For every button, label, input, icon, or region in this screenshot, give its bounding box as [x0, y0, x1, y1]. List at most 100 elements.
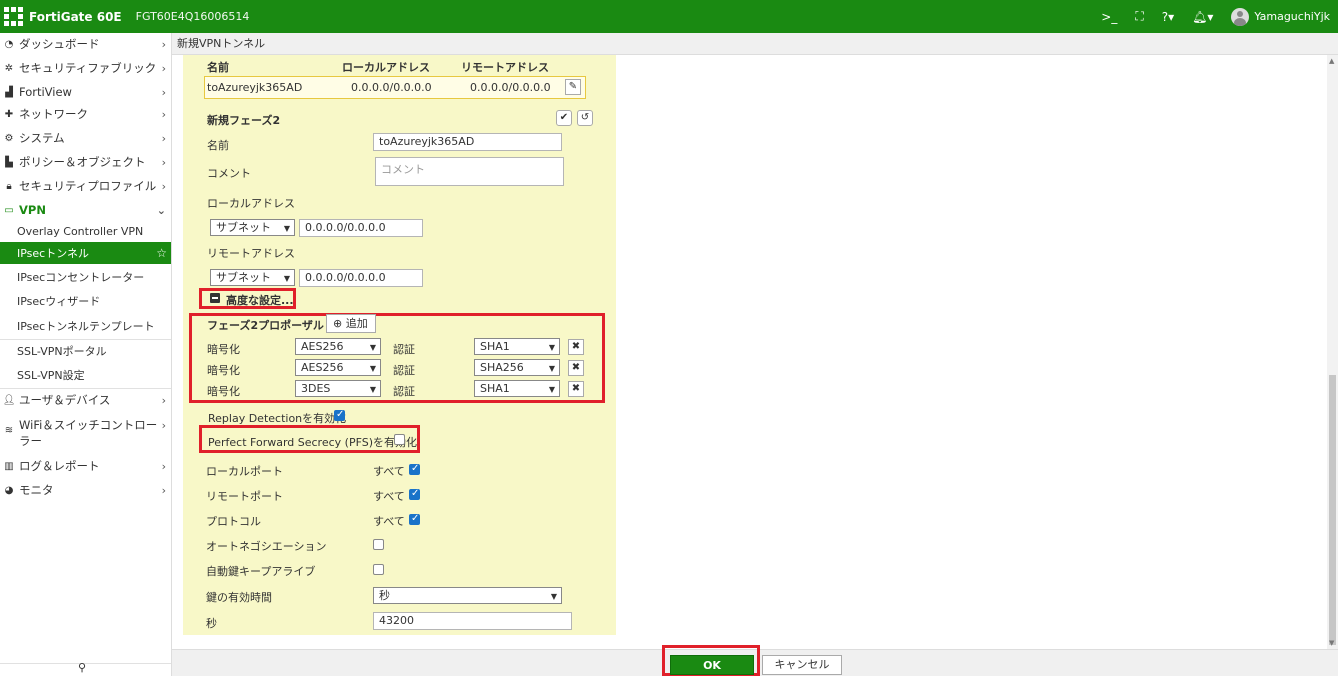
- sidebar-subitem-ipsec-concentrator[interactable]: IPsecコンセントレーター: [0, 266, 171, 288]
- sidebar-item-security-profile[interactable]: 🔒︎ セキュリティプロファイル ›: [0, 175, 171, 197]
- fortiview-icon: ▟: [5, 86, 13, 98]
- chevron-right-icon: ›: [161, 419, 166, 432]
- replay-detection-checkbox[interactable]: [334, 409, 345, 421]
- key-lifetime-select[interactable]: 秒: [373, 587, 562, 604]
- cli-icon[interactable]: >_: [1101, 10, 1117, 24]
- auth-label: 認証: [393, 385, 415, 398]
- cancel-button[interactable]: キャンセル: [762, 655, 842, 675]
- bell-icon[interactable]: 🔔︎▾: [1192, 10, 1213, 24]
- sidebar-item-monitor[interactable]: ◕ モニタ ›: [0, 479, 171, 501]
- sidebar-item-user-device[interactable]: 👤︎ ユーザ＆デバイス ›: [0, 389, 171, 411]
- encryption-select[interactable]: AES256: [295, 338, 381, 355]
- local-address-type-select[interactable]: サブネット: [210, 219, 295, 236]
- help-icon[interactable]: ?▾: [1162, 10, 1174, 24]
- tunnel-local-cell: 0.0.0.0/0.0.0.0: [351, 81, 432, 94]
- autonegotiation-label: オートネゴシエーション: [206, 540, 327, 553]
- encryption-select[interactable]: 3DES: [295, 380, 381, 397]
- remove-proposal-close-icon[interactable]: ✖: [568, 360, 584, 376]
- seconds-field[interactable]: 43200: [373, 612, 572, 630]
- scrollbar-thumb[interactable]: [1329, 375, 1336, 645]
- pfs-checkbox[interactable]: [394, 434, 405, 445]
- remote-port-all-checkbox[interactable]: [409, 488, 420, 500]
- sidebar-subitem-ipsec-template[interactable]: IPsecトンネルテンプレート: [0, 315, 171, 337]
- sidebar-subitem-ssl-vpn-settings[interactable]: SSL-VPN設定: [0, 364, 171, 386]
- local-port-label: ローカルポート: [206, 465, 283, 478]
- serial-number: FGT60E4Q16006514: [135, 10, 250, 23]
- sidebar-item-network[interactable]: ✚ ネットワーク ›: [0, 103, 171, 125]
- scroll-up-icon[interactable]: ▲: [1329, 57, 1334, 65]
- advanced-settings-toggle[interactable]: 高度な設定...: [226, 292, 294, 308]
- fullscreen-icon[interactable]: ⛶: [1135, 9, 1143, 24]
- user-icon: 👤︎: [2, 394, 16, 406]
- sidebar-item-log-report[interactable]: ▥ ログ＆レポート ›: [0, 455, 171, 477]
- edit-pencil-icon[interactable]: ✎: [565, 79, 581, 95]
- chevron-right-icon: ›: [161, 37, 166, 51]
- auth-select[interactable]: SHA256: [474, 359, 560, 376]
- local-address-field[interactable]: 0.0.0.0/0.0.0.0: [299, 219, 423, 237]
- product-name: FortiGate 60E: [29, 9, 122, 24]
- encryption-select[interactable]: AES256: [295, 359, 381, 376]
- remote-port-all-label: すべて: [373, 490, 405, 503]
- collapse-minus-icon[interactable]: [210, 293, 220, 303]
- chevron-right-icon: ›: [161, 61, 166, 75]
- auth-label: 認証: [393, 364, 415, 377]
- chevron-right-icon: ›: [161, 483, 166, 497]
- breadcrumb: 新規VPNトンネル: [172, 33, 1338, 55]
- protocol-label: プロトコル: [206, 515, 261, 528]
- auth-select[interactable]: SHA1: [474, 338, 560, 355]
- local-port-all-checkbox[interactable]: [409, 463, 420, 475]
- protocol-all-label: すべて: [373, 515, 405, 528]
- table-header-local-address: ローカルアドレス: [342, 61, 430, 74]
- sidebar-subitem-overlay-controller[interactable]: Overlay Controller VPN: [0, 220, 171, 242]
- sidebar-item-wifi-switch[interactable]: ≋ WiFi＆スイッチコントロー ラー ›: [0, 413, 171, 453]
- add-proposal-button[interactable]: ⊕ 追加: [326, 314, 376, 333]
- sidebar-item-system[interactable]: ⚙ システム ›: [0, 127, 171, 149]
- policy-icon: ▙: [5, 156, 13, 168]
- star-icon[interactable]: ☆: [156, 246, 167, 260]
- remove-proposal-close-icon[interactable]: ✖: [568, 381, 584, 397]
- search-icon[interactable]: ⚲: [78, 661, 86, 674]
- remove-proposal-close-icon[interactable]: ✖: [568, 339, 584, 355]
- name-label: 名前: [207, 139, 229, 152]
- avatar[interactable]: [1231, 7, 1250, 26]
- sidebar-item-policy[interactable]: ▙ ポリシー＆オブジェクト ›: [0, 151, 171, 173]
- user-menu[interactable]: YamaguchiYjk: [1254, 10, 1330, 23]
- autokey-keepalive-checkbox[interactable]: [373, 564, 384, 575]
- pfs-label: Perfect Forward Secrecy (PFS)を有効化: [208, 436, 417, 449]
- comment-textarea[interactable]: コメント: [375, 157, 564, 186]
- gear-icon: ⚙: [4, 132, 14, 144]
- chart-icon: ▥: [4, 460, 14, 472]
- seconds-label: 秒: [206, 617, 217, 630]
- confirm-check-icon[interactable]: ✔: [556, 110, 572, 126]
- sidebar-subitem-ipsec-tunnel[interactable]: IPsecトンネル ☆: [0, 242, 171, 264]
- sidebar-subitem-ssl-vpn-portal[interactable]: SSL-VPNポータル: [0, 340, 171, 362]
- auth-label: 認証: [393, 343, 415, 356]
- auth-select[interactable]: SHA1: [474, 380, 560, 397]
- chevron-right-icon: ›: [161, 393, 166, 407]
- ok-button[interactable]: OK: [670, 655, 754, 675]
- sidebar-item-fortiview[interactable]: ▟ FortiView ›: [0, 81, 171, 103]
- tunnel-name-cell: toAzureyjk365AD: [207, 81, 303, 94]
- undo-icon[interactable]: ↺: [577, 110, 593, 126]
- laptop-icon: ▭: [4, 204, 14, 216]
- autonegotiation-checkbox[interactable]: [373, 539, 384, 550]
- top-bar: FortiGate 60E FGT60E4Q16006514 >_ ⛶ ?▾ 🔔…: [0, 0, 1338, 33]
- sidebar-item-vpn[interactable]: ▭ VPN ⌄: [0, 199, 171, 221]
- table-header-remote-address: リモートアドレス: [461, 61, 549, 74]
- chevron-right-icon: ›: [161, 131, 166, 145]
- remote-address-field[interactable]: 0.0.0.0/0.0.0.0: [299, 269, 423, 287]
- sidebar-item-security-fabric[interactable]: ✲ セキュリティファブリック ›: [0, 57, 171, 79]
- vertical-scrollbar[interactable]: ▲ ▼: [1327, 55, 1338, 649]
- remote-address-label: リモートアドレス: [207, 247, 295, 260]
- sidebar-item-dashboard[interactable]: ◔ ダッシュボード ›: [0, 33, 171, 55]
- chevron-right-icon: ›: [161, 155, 166, 169]
- proposal-title: フェーズ2プロポーザル: [207, 319, 324, 332]
- name-field[interactable]: toAzureyjk365AD: [373, 133, 562, 151]
- network-icon: ✚: [4, 108, 14, 120]
- sidebar-subitem-ipsec-wizard[interactable]: IPsecウィザード: [0, 290, 171, 312]
- scroll-down-icon[interactable]: ▼: [1329, 639, 1334, 647]
- tunnel-remote-cell: 0.0.0.0/0.0.0.0: [470, 81, 551, 94]
- wifi-icon: ≋: [4, 425, 14, 436]
- protocol-all-checkbox[interactable]: [409, 513, 420, 525]
- remote-address-type-select[interactable]: サブネット: [210, 269, 295, 286]
